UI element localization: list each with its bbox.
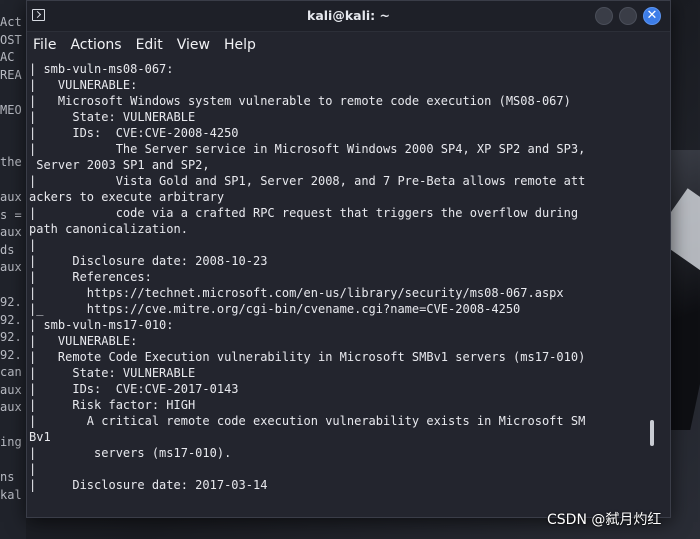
menu-bar: File Actions Edit View Help — [27, 32, 670, 58]
background-text-fragment: OST — [0, 32, 22, 47]
background-text-fragment: can — [0, 365, 22, 379]
terminal-line: | — [29, 238, 37, 252]
menu-help[interactable]: Help — [224, 37, 256, 53]
background-window-left: Act OST AC REA MEO the aux s = aux ds aux 92. 92. 92.… — [0, 0, 26, 539]
terminal-line: | https://technet.microsoft.com/en-us/li… — [29, 286, 564, 300]
terminal-line: | IDs: CVE:CVE-2008-4250 — [29, 126, 239, 140]
terminal-output[interactable]: | smb-vuln-ms08-067: | VULNERABLE: | Micro… — [27, 58, 670, 517]
background-text-fragment: 92. — [0, 312, 22, 327]
terminal-line: | smb-vuln-ms08-067: — [29, 62, 174, 76]
terminal-text: | smb-vuln-ms08-067: | VULNERABLE: | Micro… — [29, 61, 585, 493]
terminal-line: ackers to execute arbitrary — [29, 190, 225, 204]
terminal-line: | References: — [29, 270, 152, 284]
minimize-button[interactable] — [595, 7, 613, 25]
terminal-line: | IDs: CVE:CVE-2017-0143 — [29, 382, 239, 396]
terminal-line: | A critical remote code execution vulne… — [29, 414, 586, 428]
terminal-line: | smb-vuln-ms17-010: — [29, 318, 174, 332]
menu-edit[interactable]: Edit — [136, 37, 163, 53]
background-text-fragment: 92. — [0, 295, 22, 309]
background-text-fragment: the — [0, 155, 22, 169]
terminal-line: | Disclosure date: 2017-03-14 — [29, 478, 268, 492]
terminal-line: | Vista Gold and SP1, Server 2008, and 7… — [29, 174, 586, 188]
terminal-line: | The Server service in Microsoft Window… — [29, 142, 586, 156]
close-button[interactable]: ✕ — [643, 7, 661, 25]
background-text-fragment: aux — [0, 190, 22, 204]
terminal-line: | State: VULNERABLE — [29, 110, 196, 124]
background-text-fragment: 92. — [0, 330, 22, 344]
background-text-fragment: aux — [0, 225, 22, 239]
background-text-fragment: MEO — [0, 102, 22, 117]
terminal-line: | Disclosure date: 2008-10-23 — [29, 254, 268, 268]
background-text-fragment: REA — [0, 67, 22, 82]
terminal-line: |_ https://cve.mitre.org/cgi-bin/cvename… — [29, 302, 521, 316]
background-text-fragment: 92. — [0, 347, 22, 362]
terminal-line: Bv1 — [29, 430, 51, 444]
terminal-line: | Microsoft Windows system vulnerable to… — [29, 94, 571, 108]
close-icon: ✕ — [646, 8, 658, 23]
terminal-line: | — [29, 462, 37, 476]
terminal-line: | code via a crafted RPC request that tr… — [29, 206, 579, 220]
scrollbar-thumb[interactable] — [650, 420, 654, 446]
background-text-fragment: ing — [0, 435, 22, 449]
menu-view[interactable]: View — [177, 37, 210, 53]
background-text-fragment: aux — [0, 382, 22, 397]
menu-actions[interactable]: Actions — [70, 37, 121, 53]
background-text-fragment: kal — [0, 487, 22, 502]
menu-file[interactable]: File — [33, 37, 56, 53]
background-text-fragment: aux — [0, 260, 22, 274]
terminal-line: | Risk factor: HIGH — [29, 398, 196, 412]
background-text-fragment: ds — [0, 242, 15, 257]
terminal-window[interactable]: kali@kali: ~ ✕ File Actions Edit View He… — [26, 0, 671, 518]
terminal-line: | Remote Code Execution vulnerability in… — [29, 350, 586, 364]
background-text-fragment: aux — [0, 400, 22, 414]
maximize-button[interactable] — [619, 7, 637, 25]
background-text-fragment: AC — [0, 50, 15, 64]
terminal-line: | State: VULNERABLE — [29, 366, 196, 380]
terminal-line: | VULNERABLE: — [29, 334, 138, 348]
terminal-line: | servers (ms17-010). — [29, 446, 232, 460]
background-text-fragment: s = — [0, 207, 22, 222]
background-text-fragment: ns — [0, 470, 15, 484]
terminal-line: Server 2003 SP1 and SP2, — [29, 158, 210, 172]
watermark: CSDN @弑月灼红 — [547, 512, 662, 528]
background-text-fragment: Act — [0, 15, 22, 29]
title-bar[interactable]: kali@kali: ~ ✕ — [27, 1, 670, 32]
window-title: kali@kali: ~ — [307, 8, 390, 23]
terminal-line: | VULNERABLE: — [29, 78, 138, 92]
terminal-line: path canonicalization. — [29, 222, 188, 236]
